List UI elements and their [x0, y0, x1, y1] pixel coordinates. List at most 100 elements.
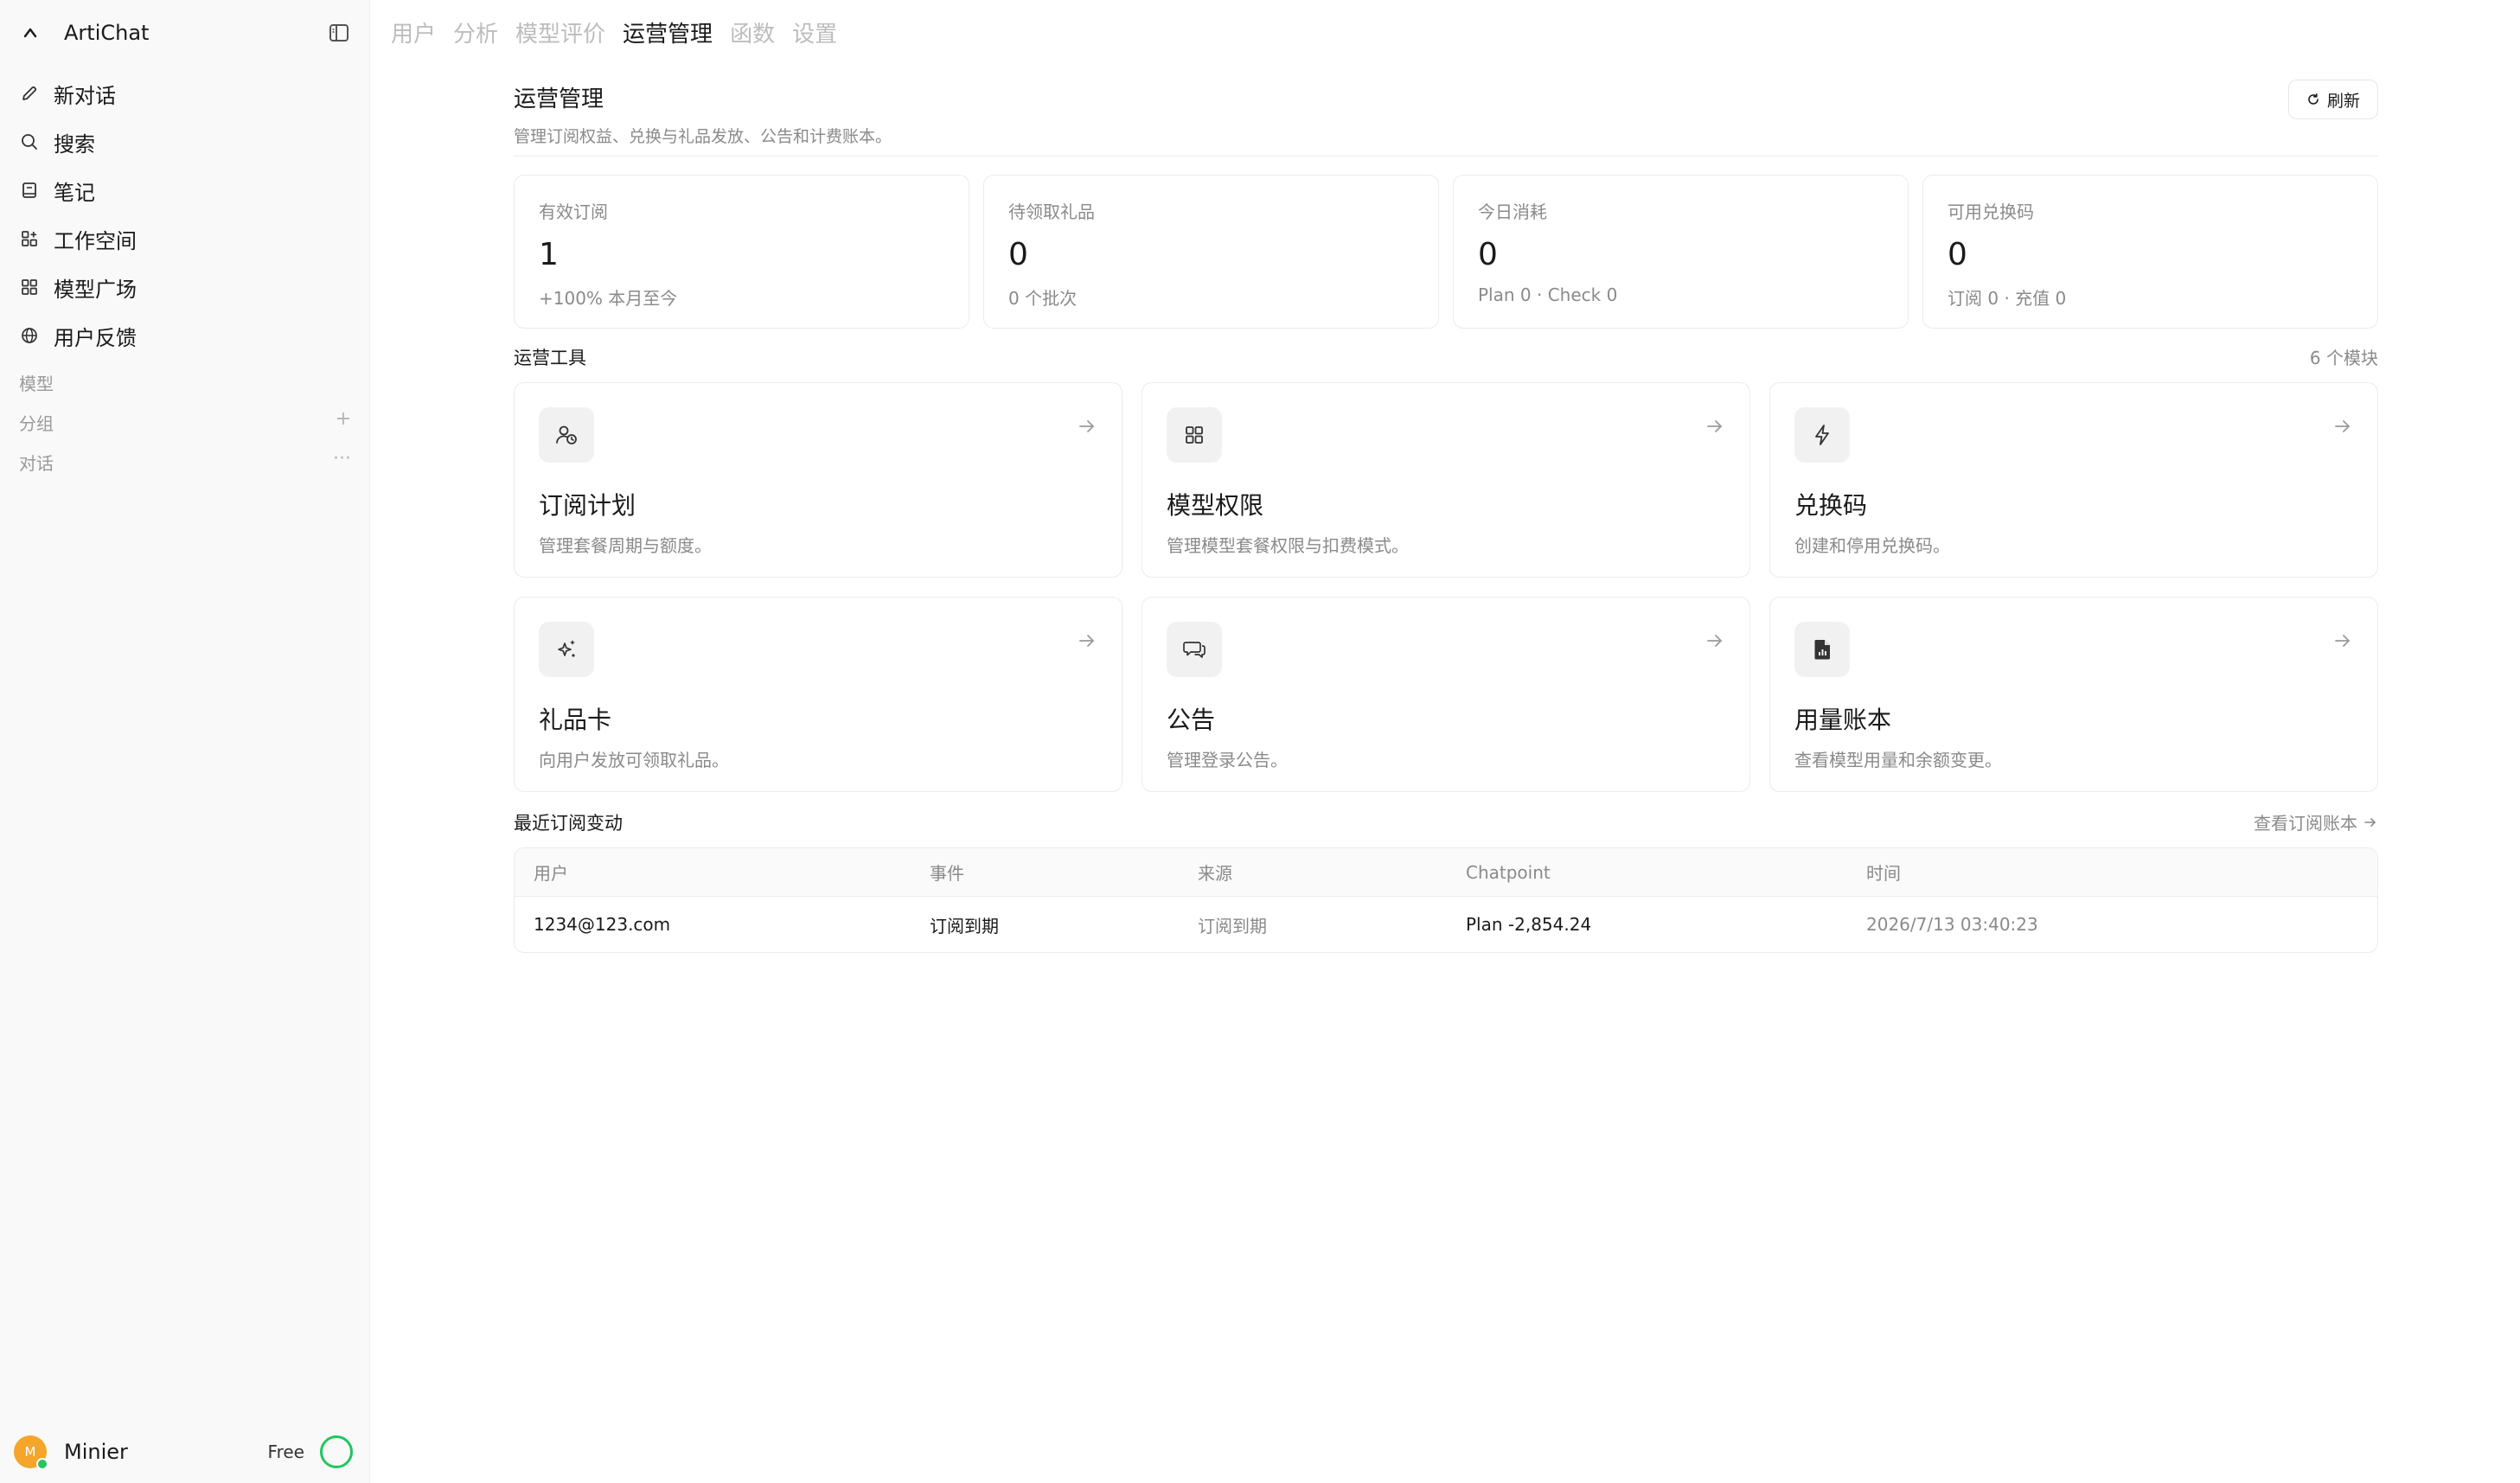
tool-desc: 管理登录公告。 [1167, 750, 1288, 770]
pencil-icon [19, 83, 40, 104]
column-header-source: 来源 [1198, 863, 1232, 884]
grid-icon [1167, 407, 1222, 463]
refresh-button[interactable]: 刷新 [2288, 80, 2378, 119]
column-header-chatpoint: Chatpoint [1466, 861, 1551, 883]
tool-name: 礼品卡 [539, 706, 612, 734]
tab-functions[interactable]: 函数 [730, 17, 775, 52]
admin-tabs: 用户 分析 模型评价 运营管理 函数 设置 [391, 17, 837, 52]
stat-card-today-usage: 今日消耗 0 Plan 0 · Check 0 [1453, 175, 1909, 329]
column-header-event: 事件 [930, 863, 964, 884]
section-models-label: 模型 [19, 374, 54, 394]
cell-user: 1234@123.com [534, 914, 671, 935]
sidebar-nav: 新对话 搜索 笔记 工作空间 模型广场 用户反馈 [16, 69, 355, 360]
stat-card-pending-gifts: 待领取礼品 0 0 个批次 [983, 175, 1439, 329]
notebook-icon [19, 180, 40, 201]
page-subtitle: 管理订阅权益、兑换与礼品发放、公告和计费账本。 [514, 127, 892, 146]
table-row[interactable]: 1234@123.com 订阅到期 订阅到期 Plan -2,854.24 20… [515, 897, 2377, 952]
tool-card-model-permissions[interactable]: 模型权限 管理模型套餐权限与扣费模式。 [1142, 382, 1750, 578]
cell-source: 订阅到期 [1198, 915, 1267, 936]
tool-name: 模型权限 [1167, 491, 1264, 520]
stat-value: 0 [1478, 237, 1498, 272]
section-chats: 对话 ··· [19, 448, 351, 475]
tool-name: 用量账本 [1794, 706, 1892, 734]
stat-label: 可用兑换码 [1948, 201, 2034, 222]
cell-chatpoint: Plan -2,854.24 [1466, 914, 1592, 935]
tool-name: 订阅计划 [539, 491, 636, 520]
brand: ArtiChat [19, 16, 351, 50]
main-content: 运营管理 管理订阅权益、兑换与礼品发放、公告和计费账本。 刷新 有效订阅 1 +… [514, 78, 2378, 953]
sidebar-item-new-chat[interactable]: 新对话 [16, 69, 355, 118]
sidebar-item-feedback[interactable]: 用户反馈 [16, 311, 355, 360]
tool-card-redeem-codes[interactable]: 兑换码 创建和停用兑换码。 [1769, 382, 2378, 578]
header-divider [514, 156, 2378, 157]
arrow-right-icon [1077, 416, 1097, 440]
recent-header: 最近订阅变动 查看订阅账本 [514, 809, 2378, 835]
tool-card-announcements[interactable]: 公告 管理登录公告。 [1142, 597, 1750, 792]
recent-subscriptions-table: 用户 事件 来源 Chatpoint 时间 1234@123.com 订阅到期 … [514, 847, 2378, 953]
arrow-right-icon [2363, 815, 2378, 830]
column-header-user: 用户 [534, 863, 568, 884]
tools-grid: 订阅计划 管理套餐周期与额度。 模型权限 管理模型套餐权限与扣费模式。 兑换码 … [514, 382, 2378, 792]
tool-card-subscription-plans[interactable]: 订阅计划 管理套餐周期与额度。 [514, 382, 1122, 578]
sidebar-item-notes[interactable]: 笔记 [16, 166, 355, 214]
stat-note: 订阅 0 · 充值 0 [1948, 288, 2067, 309]
tab-users[interactable]: 用户 [391, 17, 436, 52]
tools-title: 运营工具 [514, 348, 586, 368]
stat-label: 待领取礼品 [1008, 201, 1095, 222]
stat-value: 0 [1948, 237, 1967, 272]
sidebar-item-label: 用户反馈 [54, 325, 137, 350]
stat-value: 0 [1008, 237, 1028, 272]
column-header-time: 时间 [1866, 863, 1901, 884]
user-name: Minier [64, 1440, 128, 1464]
stat-note: 0 个批次 [1008, 288, 1078, 309]
stat-note: Plan 0 · Check 0 [1478, 284, 1618, 305]
lightning-icon [1794, 407, 1850, 463]
cell-time: 2026/7/13 03:40:23 [1866, 914, 2038, 935]
sidebar-item-label: 搜索 [54, 131, 95, 157]
user-clock-icon [539, 407, 594, 463]
sidebar-item-search[interactable]: 搜索 [16, 118, 355, 166]
logo-icon [19, 22, 42, 44]
cell-event: 订阅到期 [930, 915, 999, 936]
tab-settings[interactable]: 设置 [792, 17, 837, 52]
arrow-right-icon [1705, 416, 1725, 440]
sidebar-toggle-icon[interactable] [327, 21, 351, 45]
refresh-label: 刷新 [2326, 91, 2360, 111]
user-menu[interactable]: M Minier Free [14, 1433, 353, 1471]
chats-more-button[interactable]: ··· [333, 448, 351, 470]
arrow-right-icon [1077, 630, 1097, 655]
sidebar-item-label: 工作空间 [54, 228, 137, 253]
stat-label: 有效订阅 [539, 201, 608, 222]
recent-title: 最近订阅变动 [514, 813, 623, 834]
stats-row: 有效订阅 1 +100% 本月至今 待领取礼品 0 0 个批次 今日消耗 0 P… [514, 175, 2378, 329]
stat-note: +100% 本月至今 [539, 288, 678, 309]
tab-analytics[interactable]: 分析 [453, 17, 498, 52]
view-ledger-link[interactable]: 查看订阅账本 [2254, 809, 2378, 834]
avatar[interactable]: M [14, 1435, 48, 1470]
search-icon [19, 131, 40, 152]
online-status-dot [36, 1458, 48, 1470]
sidebar-item-label: 模型广场 [54, 277, 137, 302]
sidebar-item-model-plaza[interactable]: 模型广场 [16, 263, 355, 311]
sidebar-item-label: 笔记 [54, 180, 95, 205]
usage-ring-icon[interactable] [320, 1435, 353, 1468]
tool-name: 公告 [1167, 706, 1216, 734]
sidebar: ArtiChat 新对话 搜索 笔记 工作空间 模型广场 用户反馈 模型 分组 … [0, 0, 370, 1483]
tab-operations[interactable]: 运营管理 [623, 17, 713, 52]
stat-card-active-subscriptions: 有效订阅 1 +100% 本月至今 [514, 175, 969, 329]
sidebar-item-workspace[interactable]: 工作空间 [16, 214, 355, 263]
tool-desc: 查看模型用量和余额变更。 [1794, 750, 2002, 770]
tab-model-evaluation[interactable]: 模型评价 [515, 17, 605, 52]
sparkles-icon [539, 622, 594, 677]
arrow-right-icon [1705, 630, 1725, 655]
page-title: 运营管理 [514, 86, 604, 112]
add-group-button[interactable]: + [336, 408, 351, 430]
sidebar-item-label: 新对话 [54, 83, 116, 108]
tool-desc: 创建和停用兑换码。 [1794, 535, 1950, 556]
view-ledger-label: 查看订阅账本 [2254, 813, 2357, 834]
tools-header: 运营工具 6 个模块 [514, 344, 2378, 370]
tool-desc: 向用户发放可领取礼品。 [539, 750, 729, 770]
section-models: 模型 [19, 370, 351, 395]
tool-card-usage-ledger[interactable]: 用量账本 查看模型用量和余额变更。 [1769, 597, 2378, 792]
tool-card-gift-cards[interactable]: 礼品卡 向用户发放可领取礼品。 [514, 597, 1122, 792]
